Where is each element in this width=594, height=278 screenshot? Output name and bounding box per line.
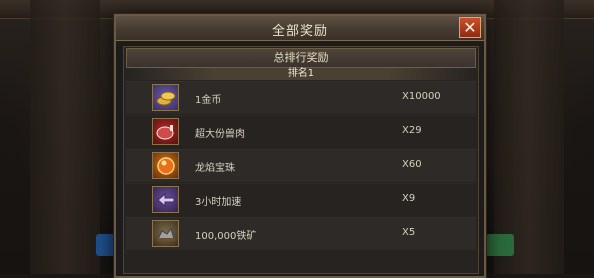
background-pillar-left [30, 0, 100, 274]
gold-coins-glyph [156, 91, 175, 105]
reward-quantity: X29 [402, 125, 422, 136]
reward-row: 100,000铁矿 X5 [126, 217, 476, 250]
close-button[interactable]: ✕ [459, 17, 481, 38]
meat-icon[interactable] [152, 118, 179, 145]
reward-quantity: X9 [402, 193, 416, 204]
reward-list: 1金币 X10000 超大份兽肉 X29 龙焰宝珠 X60 3小时加速 X9 1… [126, 81, 476, 251]
section-title: 总排行奖励 [126, 48, 476, 68]
reward-quantity: X60 [402, 159, 422, 170]
reward-row: 1金币 X10000 [126, 81, 476, 114]
reward-name: 超大份兽肉 [195, 129, 245, 140]
iron-ore-icon[interactable] [152, 220, 179, 247]
reward-row: 龙焰宝珠 X60 [126, 149, 476, 182]
speedup-glyph [156, 192, 174, 207]
reward-name: 龙焰宝珠 [195, 163, 235, 174]
meat-glyph [156, 124, 173, 139]
reward-name: 3小时加速 [195, 197, 242, 208]
dialog-title-bar: 全部奖励 ✕ [116, 16, 484, 41]
iron-ore-glyph [156, 227, 175, 241]
all-rewards-dialog: 全部奖励 ✕ 总排行奖励 排名1 1金币 X10000 超大份兽肉 X29 龙焰… [114, 14, 486, 278]
reward-name: 100,000铁矿 [195, 231, 257, 242]
dragon-orb-icon[interactable] [152, 152, 179, 179]
reward-row: 超大份兽肉 X29 [126, 115, 476, 148]
gold-coins-icon[interactable] [152, 84, 179, 111]
background-pillar-right [494, 0, 564, 274]
reward-quantity: X5 [402, 227, 416, 238]
dragon-orb-glyph [156, 156, 175, 175]
close-icon: ✕ [463, 17, 477, 37]
speedup-icon[interactable] [152, 186, 179, 213]
rewards-panel: 总排行奖励 排名1 1金币 X10000 超大份兽肉 X29 龙焰宝珠 X60 … [123, 46, 479, 274]
rank-label: 排名1 [126, 68, 476, 80]
reward-name: 1金币 [195, 95, 222, 106]
reward-quantity: X10000 [402, 91, 441, 102]
reward-row: 3小时加速 X9 [126, 183, 476, 216]
background-green-button [486, 234, 514, 256]
dialog-title: 全部奖励 [271, 24, 328, 39]
